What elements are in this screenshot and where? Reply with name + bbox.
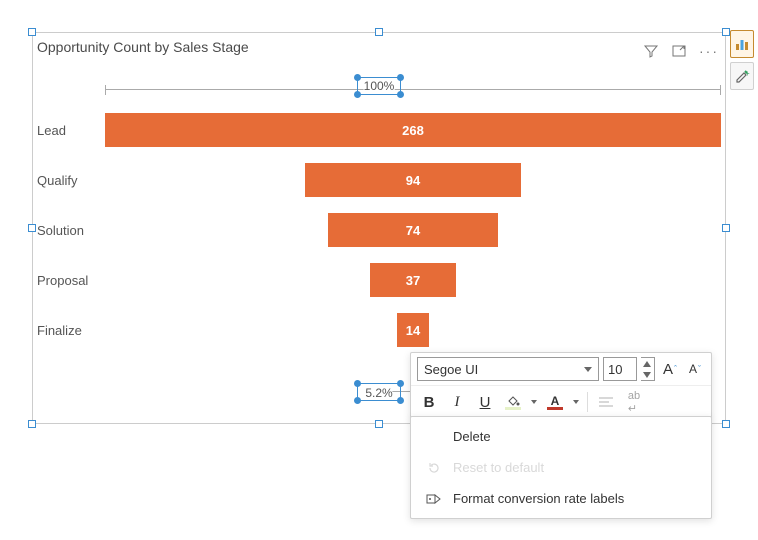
underline-button[interactable]: U (473, 390, 497, 414)
context-menu: Delete Reset to default Format conversio… (410, 416, 712, 519)
more-options-icon[interactable]: ··· (699, 47, 719, 55)
funnel-bar[interactable]: 94 (305, 163, 521, 197)
funnel-bar[interactable]: 37 (370, 263, 455, 297)
font-color-swatch (547, 407, 563, 410)
funnel-bar[interactable]: 268 (105, 113, 721, 147)
format-labels-icon (426, 492, 442, 506)
category-label: Qualify (33, 173, 105, 188)
build-visual-pane-button[interactable] (730, 30, 754, 58)
font-color-button[interactable]: A (543, 390, 567, 414)
context-menu-format-labels-label: Format conversion rate labels (453, 491, 624, 506)
category-label: Solution (33, 223, 105, 238)
focus-mode-icon[interactable] (671, 43, 687, 59)
font-size-spinner[interactable] (641, 357, 655, 381)
context-menu-delete-label: Delete (453, 429, 491, 444)
bar-chart-icon (734, 36, 750, 52)
top-tick-line (105, 89, 721, 90)
resize-handle[interactable] (375, 28, 383, 36)
reset-icon (427, 461, 441, 475)
filter-icon[interactable] (643, 43, 659, 59)
conversion-rate-bottom-label[interactable]: 5.2% (365, 386, 392, 400)
context-menu-reset-label: Reset to default (453, 460, 544, 475)
resize-handle[interactable] (722, 28, 730, 36)
font-color-dropdown[interactable] (571, 400, 581, 404)
resize-handle[interactable] (722, 420, 730, 428)
decrease-font-button[interactable]: Aˇ (685, 362, 705, 376)
bar-value-label: 268 (402, 123, 424, 138)
resize-handle[interactable] (28, 420, 36, 428)
toolbar-separator (587, 392, 588, 412)
conversion-rate-top-label[interactable]: 100% (364, 79, 395, 93)
font-size-value: 10 (608, 362, 622, 377)
category-label: Lead (33, 123, 105, 138)
increase-font-button[interactable]: Aˆ (659, 361, 681, 378)
bar-value-label: 94 (406, 173, 420, 188)
funnel-bar[interactable]: 14 (397, 313, 429, 347)
font-family-value: Segoe UI (424, 362, 478, 377)
bar-value-label: 37 (406, 273, 420, 288)
italic-button[interactable]: I (445, 390, 469, 414)
align-icon (598, 396, 614, 408)
paintbrush-icon: + (734, 68, 750, 84)
bold-button[interactable]: B (417, 390, 441, 414)
context-menu-delete[interactable]: Delete (411, 421, 711, 452)
fill-color-button[interactable] (501, 390, 525, 414)
context-menu-format-labels[interactable]: Format conversion rate labels (411, 483, 711, 514)
category-label: Finalize (33, 323, 105, 338)
format-toolbar: Segoe UI 10 Aˆ Aˇ B I U A (410, 352, 712, 419)
wrap-text-button[interactable]: ab↵ (622, 390, 646, 414)
funnel-row: Finalize 14 (33, 311, 721, 349)
funnel-row: Proposal 37 (33, 261, 721, 299)
context-menu-reset: Reset to default (411, 452, 711, 483)
format-visual-pane-button[interactable]: + (730, 62, 754, 90)
fill-color-swatch (505, 407, 521, 410)
font-color-A-icon: A (551, 395, 560, 407)
bar-value-label: 14 (406, 323, 420, 338)
font-family-select[interactable]: Segoe UI (417, 357, 599, 381)
funnel-row: Solution 74 (33, 211, 721, 249)
font-size-input[interactable]: 10 (603, 357, 637, 381)
resize-handle[interactable] (375, 420, 383, 428)
visual-title: Opportunity Count by Sales Stage (37, 39, 249, 55)
bar-value-label: 74 (406, 223, 420, 238)
align-button[interactable] (594, 390, 618, 414)
font-size-down[interactable] (641, 369, 654, 380)
funnel-row: Qualify 94 (33, 161, 721, 199)
paint-bucket-icon (506, 395, 520, 407)
svg-text:+: + (745, 69, 750, 78)
funnel-bar[interactable]: 74 (328, 213, 498, 247)
fill-color-dropdown[interactable] (529, 400, 539, 404)
resize-handle[interactable] (28, 28, 36, 36)
category-label: Proposal (33, 273, 105, 288)
wrap-text-icon: ab↵ (628, 390, 640, 415)
funnel-row: Lead 268 (33, 111, 721, 149)
font-size-up[interactable] (641, 358, 654, 369)
